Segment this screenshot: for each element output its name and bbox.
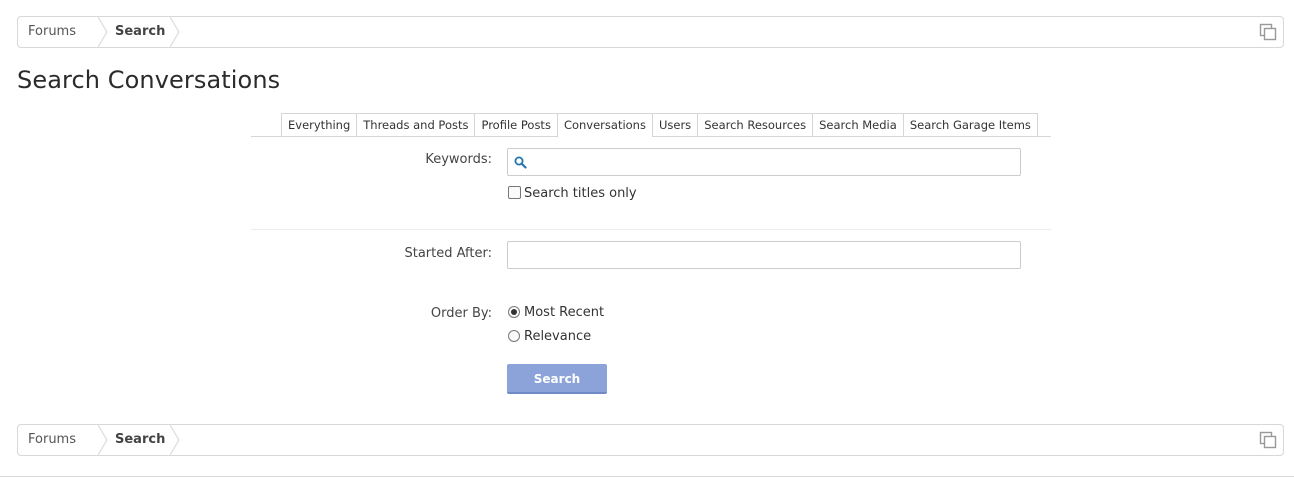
- tab-profile-posts[interactable]: Profile Posts: [474, 113, 557, 137]
- search-titles-only-checkbox[interactable]: [508, 186, 521, 199]
- breadcrumb-forums-link[interactable]: Forums: [28, 17, 76, 47]
- order-by-label: Order By:: [430, 306, 492, 321]
- search-type-tabs: Everything Threads and Posts Profile Pos…: [251, 113, 1051, 138]
- page-title: Search Conversations: [17, 66, 281, 94]
- tab-conversations[interactable]: Conversations: [556, 113, 652, 138]
- tab-search-garage-items[interactable]: Search Garage Items: [902, 113, 1038, 137]
- breadcrumb-separator-icon: [170, 17, 180, 47]
- search-titles-only-label[interactable]: Search titles only: [524, 186, 637, 201]
- most-recent-label[interactable]: Most Recent: [524, 305, 604, 320]
- started-after-label: Started After:: [404, 246, 492, 261]
- tab-users[interactable]: Users: [651, 113, 698, 137]
- most-recent-radio[interactable]: [508, 306, 520, 318]
- keywords-input[interactable]: [507, 148, 1021, 176]
- relevance-label[interactable]: Relevance: [524, 329, 591, 344]
- search-button[interactable]: Search: [507, 364, 607, 394]
- started-after-input[interactable]: [507, 241, 1021, 269]
- search-icon: [514, 156, 527, 169]
- breadcrumb-forums-link[interactable]: Forums: [28, 425, 76, 455]
- tab-search-resources[interactable]: Search Resources: [697, 113, 813, 137]
- breadcrumb: Forums Search: [17, 16, 1284, 48]
- copy-icon[interactable]: [1259, 431, 1277, 449]
- breadcrumb-current[interactable]: Search: [98, 425, 165, 455]
- breadcrumb-bottom: Forums Search: [17, 424, 1284, 456]
- divider: [251, 229, 1051, 230]
- tab-everything[interactable]: Everything: [281, 113, 357, 137]
- relevance-radio[interactable]: [508, 330, 520, 342]
- tab-search-media[interactable]: Search Media: [812, 113, 903, 137]
- breadcrumb-current[interactable]: Search: [98, 17, 165, 47]
- tab-threads-and-posts[interactable]: Threads and Posts: [356, 113, 475, 137]
- copy-icon[interactable]: [1259, 23, 1277, 41]
- breadcrumb-separator-icon: [170, 425, 180, 455]
- keywords-label: Keywords:: [425, 152, 492, 167]
